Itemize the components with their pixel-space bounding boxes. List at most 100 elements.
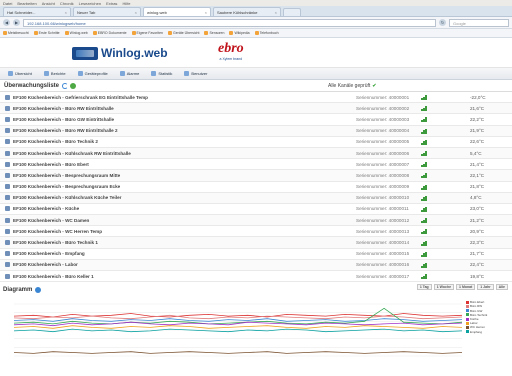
table-row[interactable]: EF100 Küchenbereich - Büro Keller 1 Serie…: [0, 271, 512, 283]
sensor-name[interactable]: EF100 Küchenbereich - Labor: [13, 262, 313, 267]
bookmark-item[interactable]: Meistbesucht: [3, 31, 29, 36]
table-row[interactable]: EF100 Küchenbereich - Büro Ebert Seriennu…: [0, 159, 512, 171]
sensor-name[interactable]: EF100 Küchenbereich - Gefrierschrank EG …: [13, 95, 313, 100]
sensor-name[interactable]: EF100 Küchenbereich - Kühlschrank RW Ein…: [13, 151, 313, 156]
menu-item[interactable]: Extras: [106, 1, 117, 6]
nav-item[interactable]: Berichte: [43, 71, 66, 76]
sensor-name[interactable]: EF100 Küchenbereich - Büro RW Eintrittsh…: [13, 106, 313, 111]
range-button[interactable]: 1 Jahr: [477, 284, 494, 291]
close-icon[interactable]: ×: [205, 10, 207, 15]
sensor-name[interactable]: EF100 Küchenbereich - Büro GW Eintrittsh…: [13, 117, 313, 122]
info-icon[interactable]: [35, 287, 42, 294]
signal-strength-icon: [421, 94, 427, 101]
tab-label: Hat Schneider...: [7, 10, 36, 15]
range-button[interactable]: 1 Tag: [416, 284, 432, 291]
nav-icon: [43, 71, 49, 76]
sensor-name[interactable]: EF100 Küchenbereich - Empfang: [13, 251, 313, 256]
sensor-name[interactable]: EF100 Küchenbereich - Besprechungsraum M…: [13, 173, 313, 178]
sensor-icon: [5, 116, 10, 122]
sensor-name[interactable]: EF100 Küchenbereich - Büro Technik 1: [13, 240, 313, 245]
bookmark-item[interactable]: Telefonbuch: [254, 31, 279, 36]
menu-item[interactable]: Hilfe: [122, 1, 130, 6]
sensor-icon: [5, 150, 10, 156]
nav-item[interactable]: Statistik: [151, 71, 172, 76]
close-icon[interactable]: ×: [65, 10, 67, 15]
table-row[interactable]: EF100 Küchenbereich - Büro Technik 2 Seri…: [0, 137, 512, 148]
legend-swatch: [466, 325, 469, 329]
table-row[interactable]: EF100 Küchenbereich - Kühlschrank Küche …: [0, 192, 512, 204]
table-row[interactable]: EF100 Küchenbereich - Büro RW Eintrittsh…: [0, 103, 512, 115]
close-icon[interactable]: ×: [135, 10, 137, 15]
browser-tab[interactable]: Saubere Kühlschränke ×: [213, 7, 281, 16]
sensor-name[interactable]: EF100 Küchenbereich - Besprechungsraum E…: [13, 184, 313, 189]
table-row[interactable]: EF100 Küchenbereich - Küche Seriennummer:…: [0, 204, 512, 216]
nav-item[interactable]: Alarme: [119, 71, 139, 76]
table-row[interactable]: EF100 Küchenbereich - WC Damen Seriennumm…: [0, 215, 512, 227]
menu-item[interactable]: Bearbeiten: [17, 1, 36, 6]
url-input[interactable]: 192.168.100.66/winlogweb/home: [23, 18, 436, 27]
legend-swatch: [466, 313, 469, 317]
browser-tab[interactable]: winlog.web ×: [143, 7, 211, 16]
legend-entry[interactable]: Empfang: [466, 330, 510, 334]
sensor-name[interactable]: EF100 Küchenbereich - WC Damen: [13, 218, 313, 223]
bookmark-item[interactable]: Wikipedia: [229, 31, 250, 36]
sensor-name[interactable]: EF100 Küchenbereich - WC Herren Temp: [13, 229, 313, 234]
table-row[interactable]: EF100 Küchenbereich - Büro Technik 1 Seri…: [0, 237, 512, 249]
table-row[interactable]: EF100 Küchenbereich - Empfang Seriennumme…: [0, 249, 512, 260]
forward-icon[interactable]: ▶: [13, 19, 20, 26]
table-row[interactable]: EF100 Küchenbereich - Gefrierschrank EG …: [0, 92, 512, 104]
table-row[interactable]: EF100 Küchenbereich - Labor Seriennummer:…: [0, 259, 512, 271]
bookmark-item[interactable]: Sensoren: [204, 31, 224, 36]
table-row[interactable]: EF100 Küchenbereich - Besprechungsraum E…: [0, 182, 512, 193]
legend-label: Empfang: [470, 329, 483, 334]
sensor-name[interactable]: EF100 Küchenbereich - Büro Technik 2: [13, 139, 313, 144]
menu-item[interactable]: Datei: [3, 1, 12, 6]
menu-item[interactable]: Chronik: [60, 1, 74, 6]
table-row[interactable]: EF100 Küchenbereich - Kühlschrank RW Ein…: [0, 147, 512, 160]
winlog-logo-icon: [72, 46, 98, 60]
bookmark-item[interactable]: Eigene Favoriten: [131, 31, 163, 36]
nav-item[interactable]: Übersicht: [8, 71, 32, 76]
reload-icon[interactable]: ↻: [439, 19, 446, 26]
table-row[interactable]: EF100 Küchenbereich - WC Herren Temp Seri…: [0, 226, 512, 238]
range-button[interactable]: Alle: [495, 284, 508, 291]
sensor-name[interactable]: EF100 Küchenbereich - Büro Keller 1: [13, 274, 313, 279]
sensor-name[interactable]: EF100 Küchenbereich - Büro RW Eintrittsh…: [13, 128, 313, 133]
diagram-chart[interactable]: [0, 298, 512, 362]
menu-item[interactable]: Ansicht: [42, 1, 55, 6]
close-icon[interactable]: ×: [275, 10, 277, 15]
browser-tab[interactable]: Neuer Tab ×: [73, 7, 141, 16]
diagram-header: Diagramm 1 Tag 1 Woche 1 Monat 1 Jahr Alle: [0, 282, 512, 298]
bookmark-item[interactable]: Geräte Übersicht: [168, 31, 199, 36]
range-button[interactable]: 1 Monat: [456, 284, 476, 291]
table-row[interactable]: EF100 Küchenbereich - Büro RW Eintrittsh…: [0, 125, 512, 137]
bookmark-icon: [33, 31, 38, 36]
temperature-value: 19,8°C: [470, 273, 485, 279]
serial-number: Seriennummer: 40000003: [356, 116, 410, 122]
signal-strength-icon: [421, 195, 427, 201]
nav-label: Statistik: [158, 71, 173, 76]
bookmark-icon: [64, 31, 69, 36]
table-row[interactable]: EF100 Küchenbereich - Besprechungsraum M…: [0, 170, 512, 182]
sensor-name[interactable]: EF100 Küchenbereich - Kühlschrank Küche …: [13, 195, 313, 200]
signal-strength-icon: [421, 105, 427, 112]
bookmark-icon: [204, 31, 209, 36]
search-input[interactable]: Google: [449, 18, 509, 27]
menu-item[interactable]: Lesezeichen: [79, 1, 101, 6]
table-row[interactable]: EF100 Küchenbereich - Büro GW Eintrittsh…: [0, 114, 512, 126]
nav-label: Benutzer: [191, 71, 208, 76]
sensor-name[interactable]: EF100 Küchenbereich - Büro Ebert: [13, 162, 313, 167]
winlog-logo[interactable]: Winlog.web: [72, 46, 168, 60]
bookmark-item[interactable]: Winlog.web: [64, 31, 88, 36]
new-tab-button[interactable]: [283, 8, 301, 16]
nav-item[interactable]: Benutzer: [184, 71, 207, 76]
back-icon[interactable]: ◀: [3, 19, 10, 26]
refresh-icon[interactable]: [62, 82, 69, 89]
temperature-value: 22,3°C: [470, 240, 485, 246]
bookmark-item[interactable]: EBRO Dokumente: [92, 31, 127, 36]
browser-tab[interactable]: Hat Schneider... ×: [3, 7, 71, 16]
nav-item[interactable]: Geräteprofile: [77, 71, 108, 76]
sensor-name[interactable]: EF100 Küchenbereich - Küche: [13, 206, 313, 211]
bookmark-item[interactable]: Erste Schritte: [33, 31, 60, 36]
range-button[interactable]: 1 Woche: [433, 284, 455, 291]
